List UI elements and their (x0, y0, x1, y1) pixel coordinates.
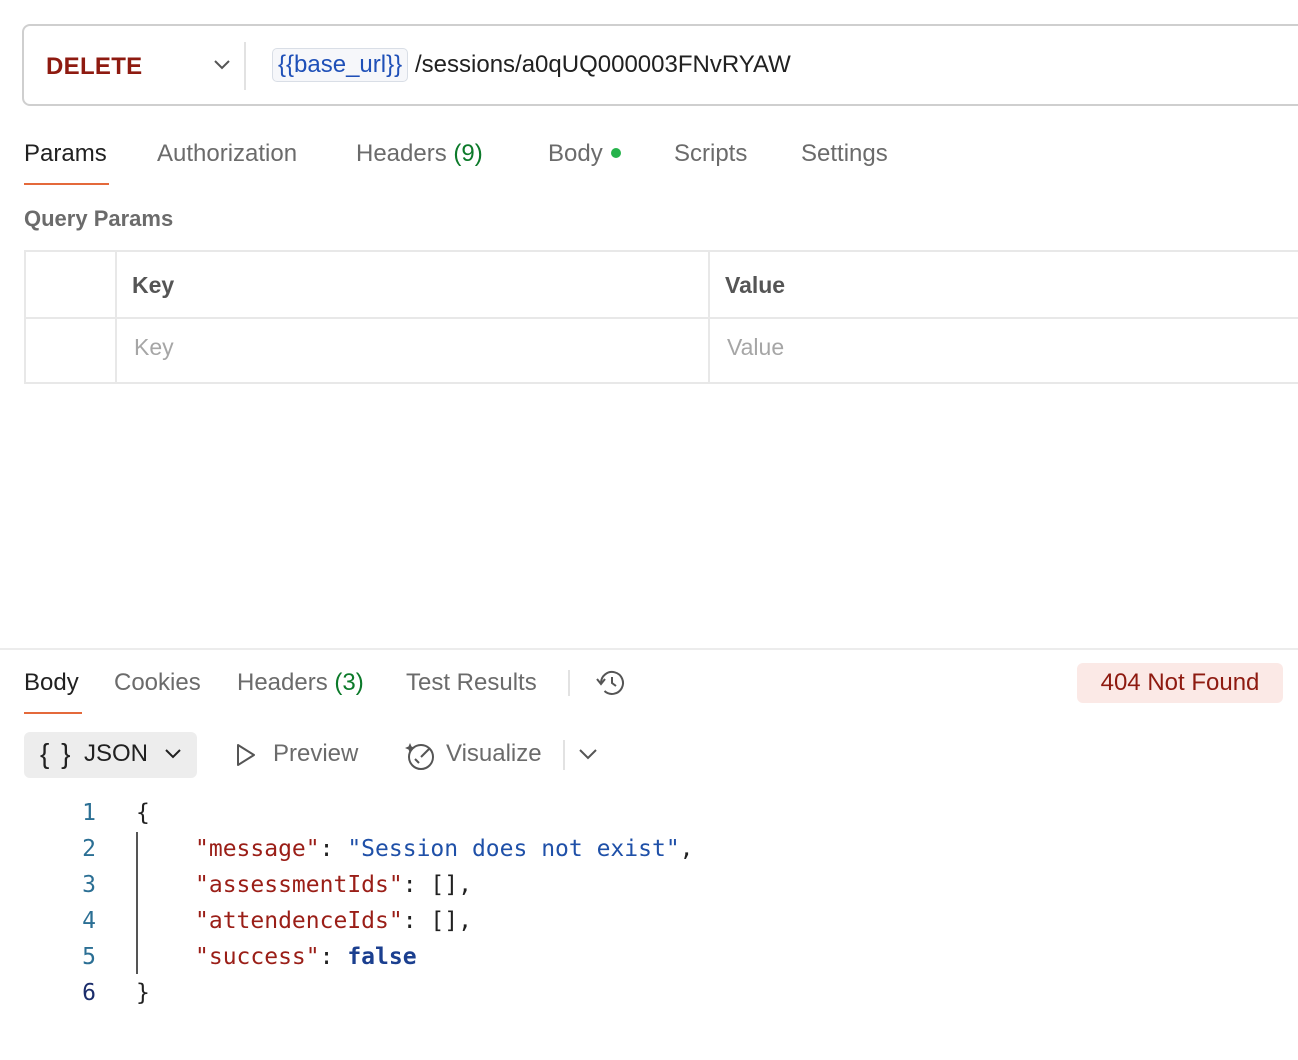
code-line: { (136, 800, 150, 826)
tab-headers[interactable]: Headers (9) (356, 139, 483, 169)
line-number: 6 (82, 980, 96, 1006)
response-tab-cookies[interactable]: Cookies (114, 668, 201, 698)
divider (563, 740, 565, 770)
tab-params[interactable]: Params (24, 139, 107, 169)
table-divider (115, 252, 117, 382)
status-badge[interactable]: 404 Not Found (1077, 663, 1283, 703)
value-input[interactable]: Value (727, 334, 784, 361)
format-label: JSON (84, 740, 149, 767)
preview-button[interactable]: Preview (273, 740, 358, 768)
chevron-down-icon (165, 749, 181, 759)
visualize-icon[interactable] (404, 739, 438, 773)
key-column-header: Key (132, 272, 175, 298)
code-line: "message": "Session does not exist", (195, 836, 694, 862)
code-line: "assessmentIds": [], (195, 872, 472, 898)
query-params-table: Key Value Key Value (24, 250, 1298, 384)
chevron-down-icon[interactable] (212, 58, 232, 72)
key-input[interactable]: Key (134, 334, 174, 361)
chevron-down-icon[interactable] (578, 748, 598, 762)
divider (568, 670, 570, 696)
query-params-title: Query Params (24, 206, 174, 231)
response-tab-body[interactable]: Body (24, 668, 79, 698)
indent-guide (136, 832, 138, 974)
line-number: 3 (82, 872, 96, 898)
line-number: 4 (82, 908, 96, 934)
play-icon[interactable] (234, 742, 258, 768)
response-tab-test-results[interactable]: Test Results (406, 668, 537, 698)
active-tab-indicator (24, 712, 82, 714)
divider (244, 42, 246, 90)
value-column-header: Value (725, 272, 786, 298)
panel-resize-handle[interactable] (0, 648, 1298, 650)
line-number: 2 (82, 836, 96, 862)
body-indicator-dot (610, 147, 621, 158)
method-select[interactable]: DELETE (46, 53, 142, 81)
response-headers-count: (3) (334, 669, 364, 696)
tab-scripts[interactable]: Scripts (674, 139, 747, 169)
table-divider (26, 317, 1298, 319)
headers-count: (9) (453, 140, 483, 167)
url-variable[interactable]: {{base_url}} (272, 48, 409, 82)
visualize-button[interactable]: Visualize (446, 740, 542, 768)
code-line: } (136, 980, 150, 1006)
active-tab-indicator (24, 183, 109, 185)
format-select[interactable]: { } JSON (24, 732, 197, 778)
line-number: 1 (82, 800, 96, 826)
history-icon[interactable] (594, 667, 628, 699)
table-divider (708, 252, 710, 382)
tab-settings[interactable]: Settings (801, 139, 888, 169)
response-tab-headers[interactable]: Headers (3) (237, 668, 364, 698)
url-input[interactable]: /sessions/a0qUQ000003FNvRYAW (415, 48, 791, 82)
code-line: "success": false (195, 944, 417, 970)
braces-icon: { } (40, 738, 73, 769)
tab-body[interactable]: Body (548, 139, 621, 169)
code-line: "attendenceIds": [], (195, 908, 472, 934)
line-number: 5 (82, 944, 96, 970)
tab-authorization[interactable]: Authorization (157, 139, 297, 169)
url-bar: DELETE {{base_url}} /sessions/a0qUQ00000… (22, 24, 1298, 106)
